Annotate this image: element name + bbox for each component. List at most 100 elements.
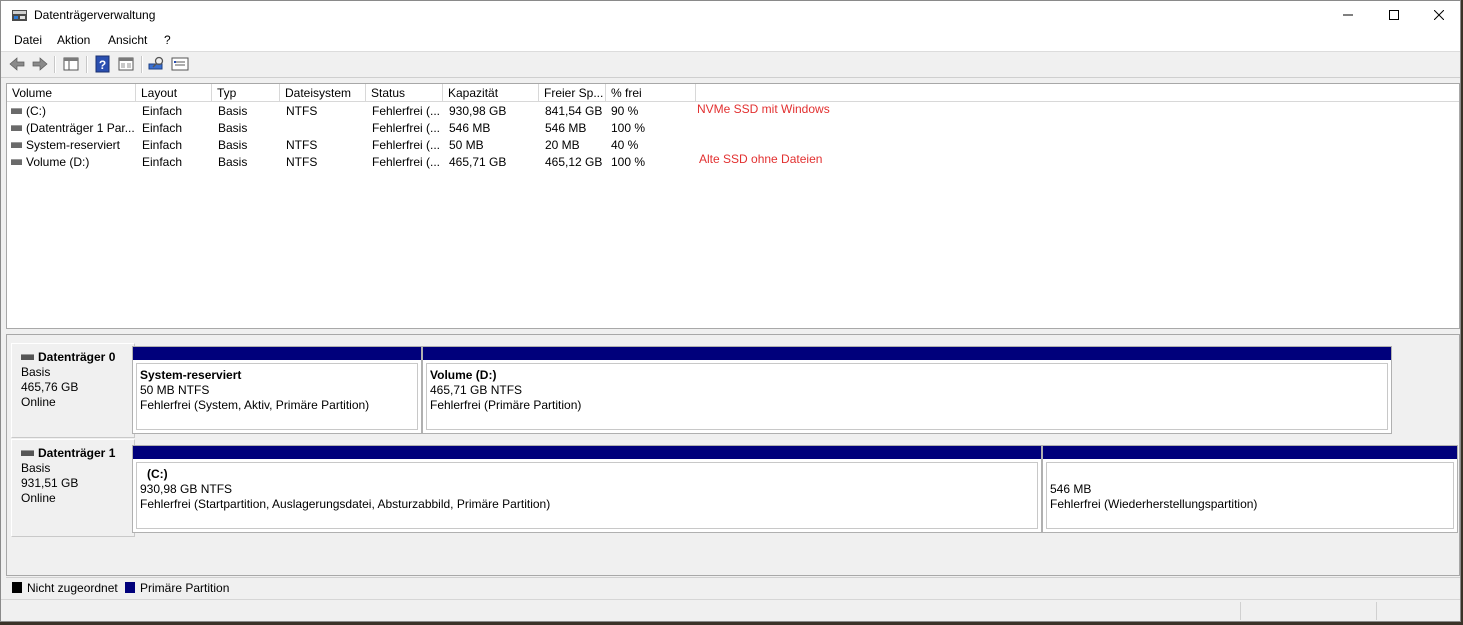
partition-size: 50 MB NTFS	[140, 383, 210, 397]
disk-management-icon	[12, 10, 27, 21]
partition-details: Volume (D:) 465,71 GB NTFS Fehlerfrei (P…	[426, 363, 1388, 430]
partition-status: Fehlerfrei (System, Aktiv, Primäre Parti…	[140, 398, 370, 412]
minimize-button[interactable]	[1325, 1, 1371, 30]
partition-volume-d[interactable]: Volume (D:) 465,71 GB NTFS Fehlerfrei (P…	[422, 346, 1392, 434]
disk-1-state: Online	[21, 491, 56, 505]
partition-system-reserviert[interactable]: System-reserviert 50 MB NTFS Fehlerfrei …	[132, 346, 422, 434]
properties-icon[interactable]	[117, 55, 135, 73]
close-button[interactable]	[1416, 1, 1460, 30]
partition-size: 546 MB	[1050, 482, 1092, 496]
column-header-status[interactable]: Status	[366, 84, 443, 102]
cell-volume-text: (C:)	[26, 104, 46, 118]
partition-name	[1050, 467, 1453, 482]
menu-help[interactable]: ?	[164, 33, 171, 47]
status-segment	[1240, 602, 1376, 620]
volume-icon	[11, 107, 22, 114]
partition-recovery[interactable]: 546 MB Fehlerfrei (Wiederherstellungspar…	[1042, 445, 1458, 533]
disk-0-size: 465,76 GB	[21, 380, 79, 394]
back-icon[interactable]	[8, 55, 26, 73]
disk-0-state: Online	[21, 395, 56, 409]
help-icon[interactable]: ?	[94, 55, 112, 73]
column-header-layout[interactable]: Layout	[136, 84, 212, 102]
disk-0-type: Basis	[21, 365, 51, 379]
volume-icon	[11, 124, 22, 131]
cell-typ: Basis	[218, 121, 248, 135]
partition-size: 465,71 GB NTFS	[430, 383, 523, 397]
menu-ansicht[interactable]: Ansicht	[108, 33, 147, 47]
cell-status: Fehlerfrei (...	[372, 104, 441, 118]
toolbar: ?	[1, 52, 1460, 78]
cell-typ: Basis	[218, 138, 248, 152]
disk-0-name: Datenträger 0	[38, 350, 116, 364]
legend-swatch-primary	[125, 582, 135, 593]
partition-name: (C:)	[147, 467, 168, 481]
cell-typ: Basis	[218, 155, 248, 169]
legend-label-unallocated: Nicht zugeordnet	[27, 581, 118, 595]
cell-volume: System-reserviert	[11, 137, 137, 154]
cell-kapazitaet: 930,98 GB	[449, 104, 507, 118]
disk-1-label[interactable]: Datenträger 1 Basis 931,51 GB Online	[11, 439, 135, 537]
column-header-freier-speicher[interactable]: Freier Sp...	[539, 84, 606, 102]
toolbar-separator	[86, 56, 88, 73]
forward-icon[interactable]	[31, 55, 49, 73]
cell-freier-speicher: 546 MB	[545, 121, 587, 135]
menu-aktion[interactable]: Aktion	[57, 33, 90, 47]
volume-icon	[11, 141, 22, 148]
cell-volume: Volume (D:)	[11, 154, 137, 171]
cell-freier-speicher: 20 MB	[545, 138, 580, 152]
partition-status: Fehlerfrei (Startpartition, Auslagerungs…	[140, 497, 551, 511]
cell-volume: (C:)	[11, 103, 137, 120]
menu-datei[interactable]: Datei	[14, 33, 42, 47]
disk-icon	[21, 449, 34, 456]
column-header-dateisystem[interactable]: Dateisystem	[280, 84, 366, 102]
settings-icon[interactable]	[171, 55, 189, 73]
cell-kapazitaet: 50 MB	[449, 138, 484, 152]
table-row[interactable]: System-reserviert Einfach Basis NTFS Feh…	[7, 137, 707, 154]
cell-layout: Einfach	[142, 121, 183, 135]
volume-list: Volume Layout Typ Dateisystem Status Kap…	[6, 83, 1460, 329]
status-segment	[1376, 602, 1457, 620]
status-bar	[1, 599, 1460, 621]
cell-status: Fehlerfrei (...	[372, 155, 441, 169]
partition-name: System-reserviert	[140, 368, 242, 382]
disk-1-name: Datenträger 1	[38, 446, 116, 460]
legend: Nicht zugeordnet Primäre Partition	[6, 577, 1460, 598]
disk-management-window: Datenträgerverwaltung Datei Aktion Ansic…	[0, 0, 1461, 622]
partition-name: Volume (D:)	[430, 368, 497, 382]
column-header-filler	[696, 84, 1459, 102]
disk-icon	[21, 353, 34, 360]
column-header-prozent-frei[interactable]: % frei	[606, 84, 696, 102]
partition-bar	[423, 347, 1391, 360]
column-header-kapazitaet[interactable]: Kapazität	[443, 84, 539, 102]
column-header-typ[interactable]: Typ	[212, 84, 280, 102]
toolbar-separator	[54, 56, 56, 73]
cell-layout: Einfach	[142, 138, 183, 152]
rescan-icon[interactable]	[148, 55, 166, 73]
cell-status: Fehlerfrei (...	[372, 138, 441, 152]
cell-status: Fehlerfrei (...	[372, 121, 441, 135]
table-row[interactable]: (C:) Einfach Basis NTFS Fehlerfrei (... …	[7, 103, 707, 120]
partition-details: 546 MB Fehlerfrei (Wiederherstellungspar…	[1046, 462, 1454, 529]
disk-view: Datenträger 0 Basis 465,76 GB Online Sys…	[6, 334, 1460, 576]
table-row[interactable]: (Datenträger 1 Par... Einfach Basis Fehl…	[7, 120, 707, 137]
disk-0-label[interactable]: Datenträger 0 Basis 465,76 GB Online	[11, 343, 135, 438]
partition-status: Fehlerfrei (Wiederherstellungspartition)	[1050, 497, 1258, 511]
table-row[interactable]: Volume (D:) Einfach Basis NTFS Fehlerfre…	[7, 154, 707, 171]
cell-prozent-frei: 100 %	[611, 121, 646, 135]
window-title: Datenträgerverwaltung	[34, 8, 156, 22]
cell-kapazitaet: 546 MB	[449, 121, 491, 135]
title-bar: Datenträgerverwaltung	[1, 1, 1460, 30]
cell-dateisystem: NTFS	[286, 155, 318, 169]
column-header-volume[interactable]: Volume	[7, 84, 136, 102]
cell-layout: Einfach	[142, 155, 183, 169]
partition-bar	[133, 347, 421, 360]
maximize-button[interactable]	[1371, 1, 1417, 30]
cell-layout: Einfach	[142, 104, 183, 118]
console-tree-icon[interactable]	[62, 55, 80, 73]
legend-swatch-unallocated	[12, 582, 22, 593]
annotation-nvme: NVMe SSD mit Windows	[697, 102, 830, 116]
maximize-icon	[1389, 10, 1399, 20]
partition-details: System-reserviert 50 MB NTFS Fehlerfrei …	[136, 363, 418, 430]
volume-icon	[11, 158, 22, 165]
partition-c[interactable]: (C:) 930,98 GB NTFS Fehlerfrei (Startpar…	[132, 445, 1042, 533]
